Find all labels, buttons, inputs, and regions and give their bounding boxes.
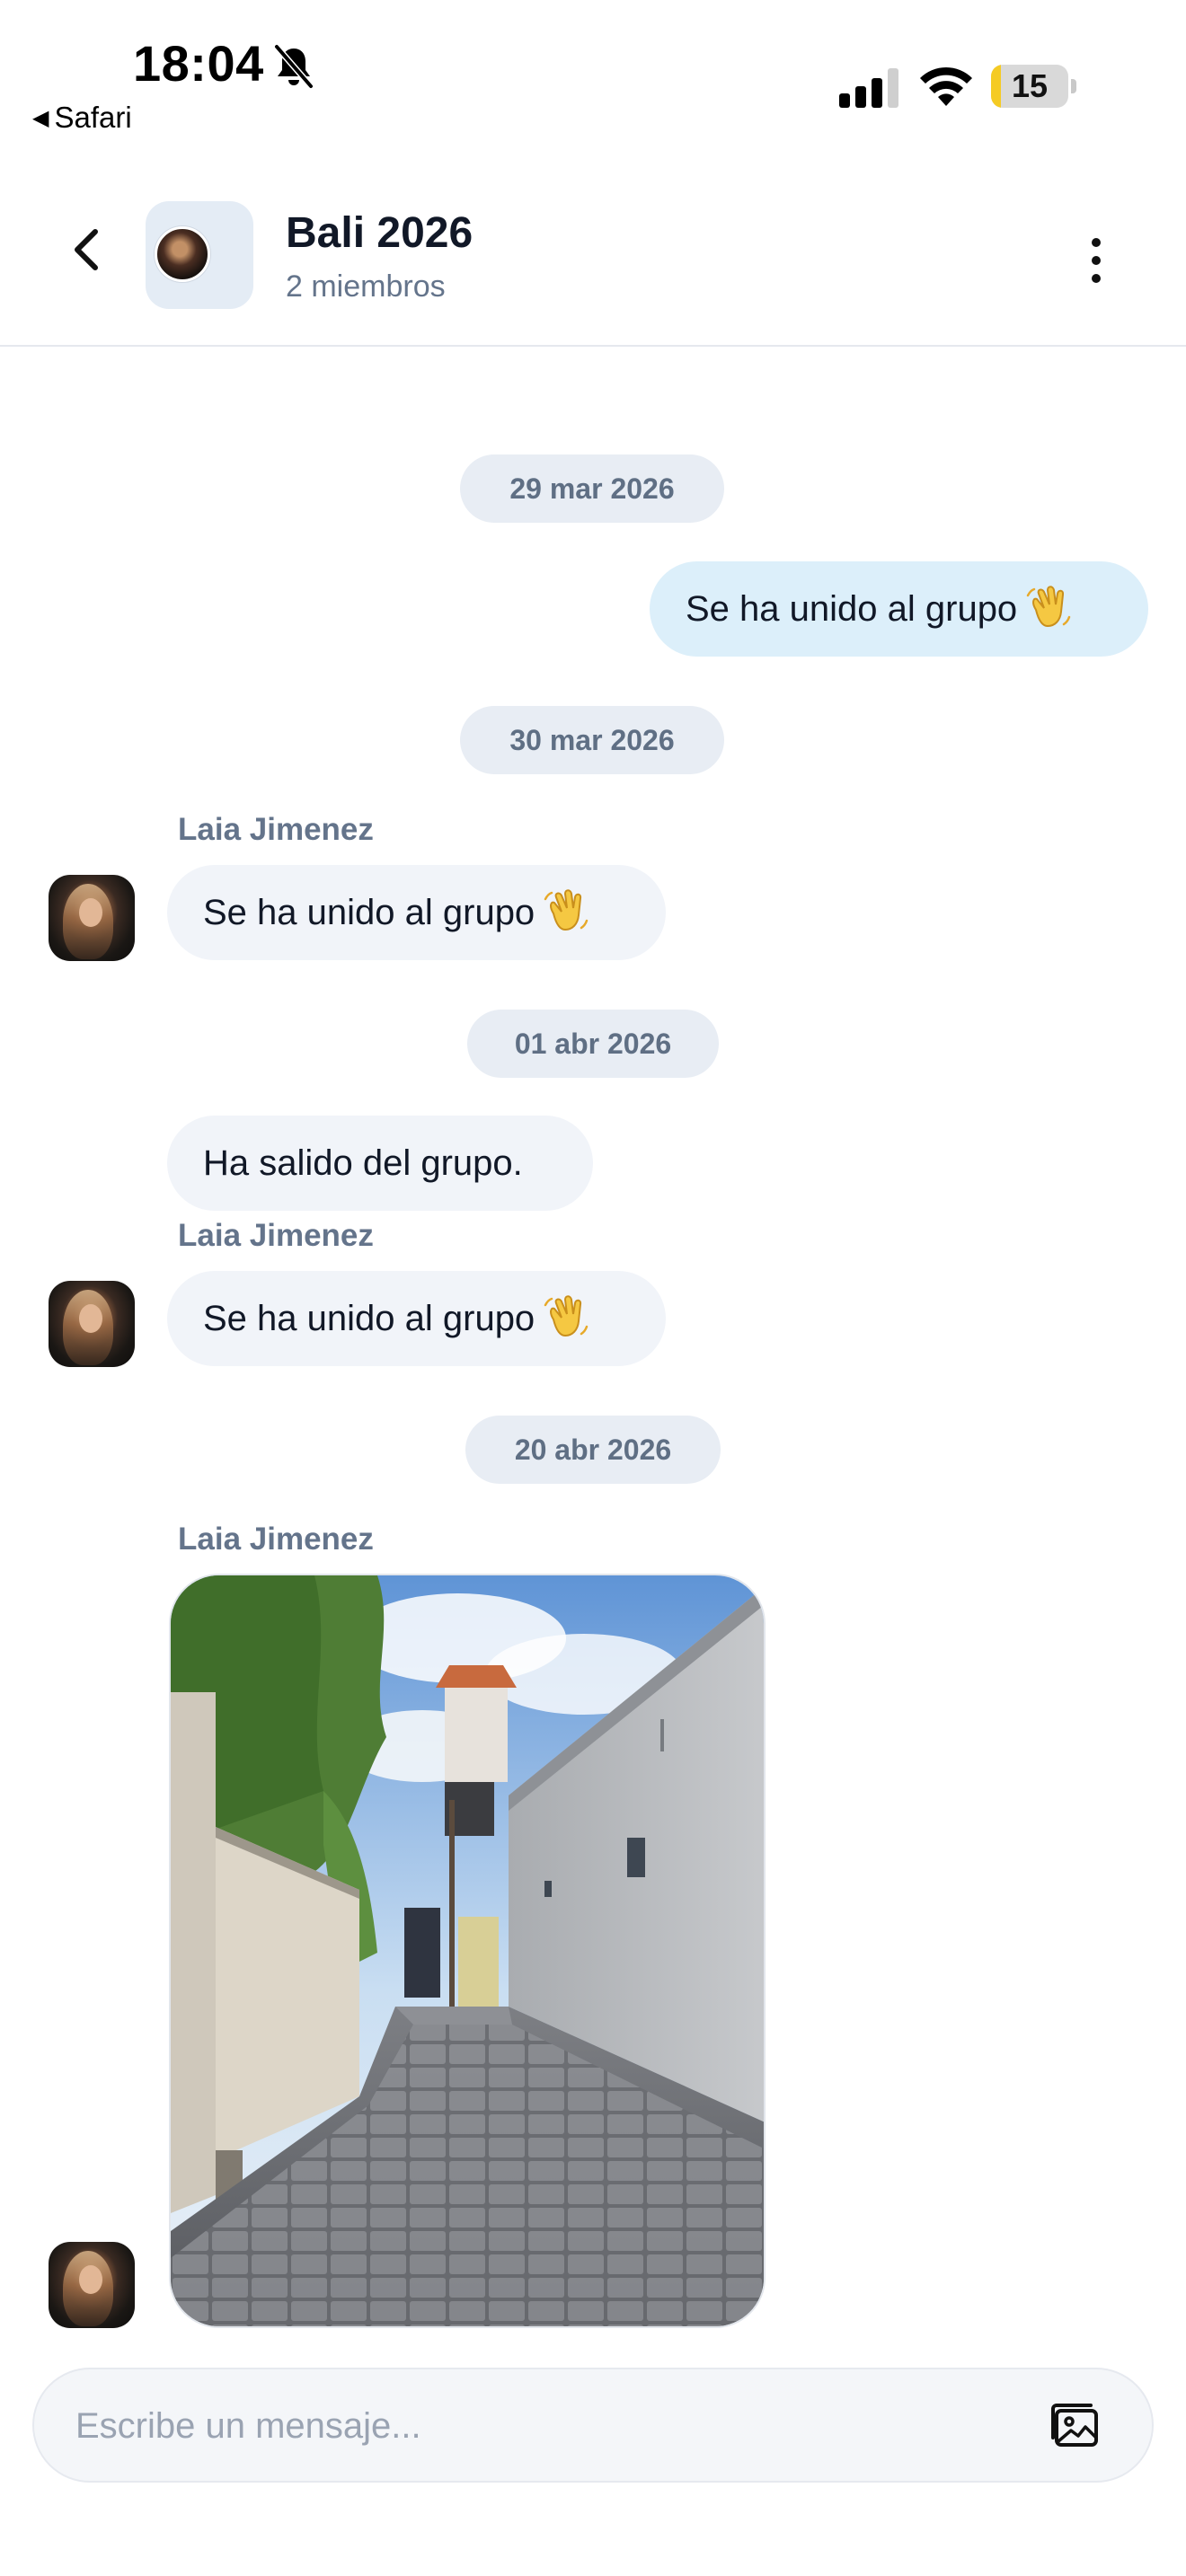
status-bar: 18:04 ◀ Safari 15 [0, 0, 1186, 144]
group-member-avatar [155, 226, 210, 282]
message-text: Se ha unido al grupo [203, 1299, 535, 1338]
battery-percent: 15 [1011, 67, 1049, 104]
group-title[interactable]: Bali 2026 [286, 208, 473, 258]
group-member-count: 2 miembros [286, 269, 446, 304]
avatar[interactable] [49, 2242, 135, 2328]
date-separator: 01 abr 2026 [467, 1010, 719, 1078]
bell-slash-icon [273, 43, 314, 90]
back-app-label: Safari [54, 101, 132, 134]
date-separator: 20 abr 2026 [465, 1416, 721, 1484]
avatar[interactable] [49, 1281, 135, 1367]
back-to-app-link[interactable]: ◀ Safari [32, 101, 132, 135]
incoming-message[interactable]: Ha salido del grupo. [167, 1116, 593, 1211]
date-separator: 30 mar 2026 [460, 706, 724, 774]
more-vertical-icon[interactable] [1085, 234, 1107, 287]
battery-icon: 15 [991, 65, 1077, 108]
sender-name: Laia Jimenez [178, 1218, 374, 1253]
message-text: Se ha unido al grupo [203, 893, 535, 932]
back-triangle-icon: ◀ [32, 105, 49, 130]
message-text: Ha salido del grupo. [203, 1143, 523, 1183]
date-separator: 29 mar 2026 [460, 454, 724, 523]
waving-hand-icon [544, 889, 589, 931]
sender-name: Laia Jimenez [178, 1522, 374, 1557]
incoming-message[interactable]: Se ha unido al grupo [167, 865, 666, 960]
outgoing-message[interactable]: Se ha unido al grupo [650, 561, 1148, 657]
message-composer [32, 2368, 1154, 2483]
message-text: Se ha unido al grupo [686, 589, 1018, 629]
waving-hand-icon [1026, 586, 1071, 628]
cellular-signal-icon [839, 68, 898, 108]
incoming-message[interactable]: Se ha unido al grupo [167, 1271, 666, 1366]
status-time: 18:04 [133, 35, 264, 92]
alley-photo [171, 1575, 764, 2326]
photo-message[interactable] [169, 1574, 766, 2328]
avatar[interactable] [49, 875, 135, 961]
waving-hand-icon [544, 1295, 589, 1337]
image-icon[interactable] [1049, 2402, 1100, 2448]
message-input[interactable] [74, 2369, 976, 2483]
wifi-icon [920, 66, 972, 106]
chat-header: Bali 2026 2 miembros [0, 144, 1186, 347]
sender-name: Laia Jimenez [178, 812, 374, 847]
chevron-left-icon[interactable] [65, 225, 110, 275]
